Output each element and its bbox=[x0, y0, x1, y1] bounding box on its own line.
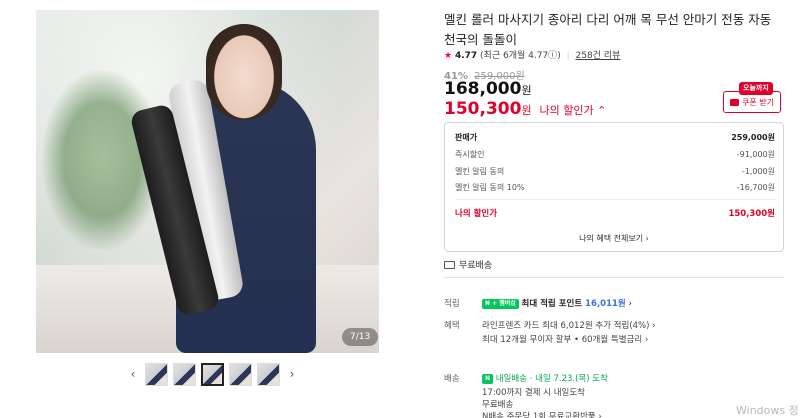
total-value: 150,300원 bbox=[728, 209, 775, 219]
benefits-label: 혜택 bbox=[444, 321, 460, 331]
delivery-fee: 무료배송 bbox=[482, 400, 514, 410]
thumb-next-icon[interactable]: › bbox=[285, 362, 299, 386]
benefit-installment-link[interactable]: 최대 12개월 무이자 할부 • 60개월 특별금리 › bbox=[482, 333, 648, 345]
chevron-right-icon: › bbox=[628, 299, 632, 309]
truck-icon bbox=[444, 260, 455, 269]
breakdown-value: -16,700원 bbox=[736, 183, 775, 192]
delivery-label: 배송 bbox=[444, 374, 460, 384]
total-label: 나의 할인가 bbox=[455, 209, 498, 219]
npay-membership-badge: N + 멤버십 bbox=[482, 298, 519, 309]
rating-recent-close: ) bbox=[557, 51, 561, 61]
breakdown-value: -91,000원 bbox=[736, 150, 775, 159]
breakdown-label: 판매가 bbox=[455, 133, 478, 142]
divider: | bbox=[566, 51, 570, 61]
star-icon: ★ bbox=[444, 51, 453, 61]
price-breakdown-box: 판매가 259,000원 즉시할인 -91,000원 멜킨 알림 동의 -1,0… bbox=[444, 122, 784, 252]
coupon-icon bbox=[730, 98, 739, 106]
thumbnail-strip: ‹ › bbox=[126, 362, 299, 386]
product-title: 멜킨 롤러 마사지기 종아리 다리 어깨 목 무선 안마기 전동 자동 천국의 … bbox=[444, 12, 772, 47]
delivery-date: · 내일 7.23.(목) 도착 bbox=[527, 374, 608, 384]
thumb-prev-icon[interactable]: ‹ bbox=[126, 362, 140, 386]
thumbnail[interactable] bbox=[257, 362, 280, 386]
breakdown-label: 멜킨 알림 동의 bbox=[455, 167, 505, 176]
breakdown-row: 즉시할인 -91,000원 bbox=[455, 149, 775, 160]
return-policy-link[interactable]: N배송 주문당 1회 무료교환반품 › bbox=[482, 410, 602, 418]
coupon-label: 쿠폰 받기 bbox=[742, 97, 774, 107]
my-price-toggle[interactable]: 나의 할인가 ⌃ bbox=[539, 104, 606, 117]
breakdown-label: 즉시할인 bbox=[455, 150, 485, 159]
points-value: 16,011원 bbox=[585, 299, 626, 309]
thumbnail-selected[interactable] bbox=[201, 362, 224, 386]
divider bbox=[455, 199, 775, 200]
divider bbox=[444, 277, 784, 278]
sale-price: 168,000원 bbox=[444, 79, 532, 99]
delivery-cutoff: 17:00까지 결제 시 내일도착 bbox=[482, 388, 585, 398]
my-price-value: 150,300 bbox=[444, 99, 522, 119]
thumbnail[interactable] bbox=[229, 362, 252, 386]
windows-watermark: Windows 정 bbox=[736, 404, 799, 417]
photo-model-head bbox=[206, 24, 282, 120]
my-price-unit: 원 bbox=[521, 104, 532, 117]
free-shipping-row: 무료배송 bbox=[444, 258, 492, 271]
points-label: 적립 bbox=[444, 299, 460, 309]
thumbnail[interactable] bbox=[173, 362, 196, 386]
free-shipping-label: 무료배송 bbox=[459, 261, 493, 271]
rating-row: ★ 4.77 (최근 6개월 4.77ⓘ) | 258건 리뷰 bbox=[444, 48, 620, 61]
coupon-button[interactable]: 쿠폰 받기 bbox=[723, 91, 781, 113]
all-benefits-link[interactable]: 나의 혜택 전체보기 › bbox=[445, 233, 783, 244]
rating-score: 4.77 bbox=[454, 51, 478, 61]
tomorrow-delivery: 내일배송 bbox=[495, 374, 528, 384]
breakdown-value: 259,000원 bbox=[731, 133, 775, 142]
rating-recent: (최근 6개월 4.77 bbox=[480, 51, 549, 61]
review-count-link[interactable]: 258건 리뷰 bbox=[576, 51, 621, 61]
points-text: 최대 적립 포인트 bbox=[521, 299, 586, 309]
main-product-image[interactable]: 7/13 bbox=[36, 10, 379, 353]
breakdown-row: 판매가 259,000원 bbox=[455, 132, 775, 143]
breakdown-label: 멜킨 알림 동의 10% bbox=[455, 183, 525, 192]
benefit-card-link[interactable]: 라인프렌즈 카드 최대 6,012원 추가 적립(4%) › bbox=[482, 319, 656, 331]
points-row[interactable]: N + 멤버십 최대 적립 포인트 16,011원 › bbox=[482, 297, 632, 309]
thumbnail[interactable] bbox=[145, 362, 168, 386]
sale-price-unit: 원 bbox=[521, 84, 532, 97]
image-counter: 7/13 bbox=[342, 328, 379, 346]
breakdown-value: -1,000원 bbox=[741, 167, 775, 176]
n-delivery-badge: N bbox=[482, 373, 494, 384]
sale-price-value: 168,000 bbox=[444, 79, 522, 99]
my-price[interactable]: 150,300원 나의 할인가 ⌃ bbox=[444, 99, 606, 119]
info-icon[interactable]: ⓘ bbox=[548, 51, 557, 61]
breakdown-row: 멜킨 알림 동의 -1,000원 bbox=[455, 166, 775, 177]
breakdown-total: 나의 할인가 150,300원 bbox=[455, 207, 775, 219]
breakdown-row: 멜킨 알림 동의 10% -16,700원 bbox=[455, 182, 775, 193]
delivery-eta: N 내일배송 · 내일 7.23.(목) 도착 bbox=[482, 372, 608, 384]
